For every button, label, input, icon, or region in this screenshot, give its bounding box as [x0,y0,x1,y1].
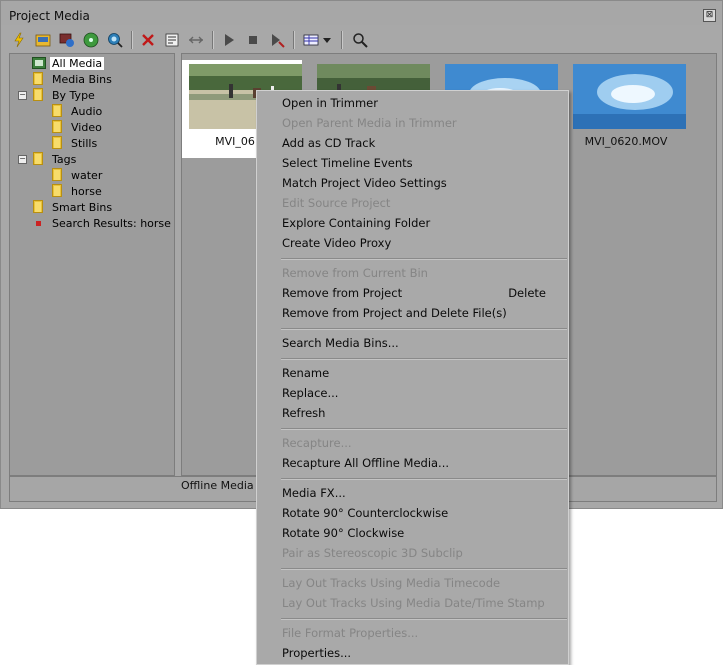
toolbar-separator [341,31,343,49]
find-icon[interactable] [350,30,369,49]
tree-item-horse[interactable]: horse [51,183,104,199]
menu-item[interactable]: Open in Trimmer [282,93,562,113]
close-button[interactable]: ⊠ [703,9,716,22]
tree-label: Media Bins [52,72,112,86]
play-icon[interactable] [219,30,238,49]
replace-media-icon[interactable] [186,30,205,49]
stop-icon[interactable] [243,30,262,49]
menu-separator [281,568,567,570]
menu-item[interactable]: Replace... [282,383,562,403]
menu-item[interactable]: Match Project Video Settings [282,173,562,193]
views-dropdown-icon[interactable] [321,30,333,49]
tree-item-media-bins[interactable]: Media Bins [32,71,114,87]
tree-item-all-media[interactable]: All Media [32,55,105,71]
tree-item-stills[interactable]: Stills [51,135,99,151]
menu-item[interactable]: Select Timeline Events [282,153,562,173]
folder-icon [32,200,45,214]
folder-icon [51,184,64,198]
remove-media-icon[interactable] [138,30,157,49]
tree-label: Tags [52,152,77,166]
menu-item[interactable]: Open Parent Media in Trimmer [282,113,562,133]
menu-item[interactable]: Rename [282,363,562,383]
folder-icon [51,168,64,182]
rip-cd-icon[interactable] [81,30,100,49]
all-media-icon [32,57,46,69]
menu-item[interactable]: Media FX... [282,483,562,503]
menu-item[interactable]: File Format Properties... [282,623,562,643]
menu-item-label: Remove from Project [282,286,403,300]
media-tile[interactable]: MVI_0620.MOV [566,60,686,158]
folder-icon [51,120,64,134]
menu-item[interactable]: Create Video Proxy [282,233,562,253]
menu-item[interactable]: Rotate 90° Clockwise [282,523,562,543]
tree-label: All Media [50,56,105,70]
menu-separator [281,478,567,480]
menu-item[interactable]: Remove from Current Bin [282,263,562,283]
collapse-by-type-icon[interactable]: − [18,91,27,100]
capture-video-icon[interactable] [33,30,52,49]
menu-item[interactable]: Recapture... [282,433,562,453]
tree-label: Video [71,120,102,134]
get-media-from-web-icon[interactable] [57,30,76,49]
menu-item[interactable]: Lay Out Tracks Using Media Timecode [282,573,562,593]
menu-shortcut: Delete [508,286,546,300]
tree-label: Stills [71,136,98,150]
menu-separator [281,328,567,330]
auto-preview-icon[interactable] [267,30,286,49]
folder-icon [32,72,45,86]
views-icon[interactable] [301,30,320,49]
context-menu: Open in Trimmer Open Parent Media in Tri… [256,90,569,665]
toolbar-separator [131,31,133,49]
tree-label: water [71,168,103,182]
toolbar-separator [212,31,214,49]
tree-item-smart-bins[interactable]: Smart Bins [32,199,114,215]
toolbar-separator [293,31,295,49]
menu-item[interactable]: Recapture All Offline Media... [282,453,562,473]
tree-label: Audio [71,104,103,118]
video-thumbnail [573,64,686,129]
menu-item[interactable]: Refresh [282,403,562,423]
tree-label: Search Results: horse [52,216,171,230]
menu-item[interactable]: Add as CD Track [282,133,562,153]
bin-tree: All Media Media Bins − By Type Audio Vid… [9,53,175,476]
smart-bin-icon [36,220,41,226]
menu-item-remove-from-project[interactable]: Remove from Project Delete [282,283,562,303]
tree-item-video[interactable]: Video [51,119,104,135]
menu-separator [281,358,567,360]
window-title: Project Media [9,9,90,23]
menu-separator [281,618,567,620]
folder-icon [32,88,45,102]
tree-item-water[interactable]: water [51,167,104,183]
folder-icon [51,136,64,150]
tree-item-by-type[interactable]: By Type [32,87,97,103]
search-media-icon[interactable] [105,30,124,49]
menu-item[interactable]: Search Media Bins... [282,333,562,353]
menu-item[interactable]: Edit Source Project [282,193,562,213]
tree-item-search-results[interactable]: Search Results: horse [32,215,173,231]
title-bar: Project Media ⊠ [1,1,722,25]
import-media-icon[interactable] [9,30,28,49]
folder-icon [51,104,64,118]
menu-item[interactable]: Explore Containing Folder [282,213,562,233]
tree-label: Smart Bins [52,200,113,214]
tree-item-audio[interactable]: Audio [51,103,104,119]
menu-separator [281,258,567,260]
tree-label: By Type [52,88,95,102]
toolbar [7,28,717,52]
menu-item[interactable]: Remove from Project and Delete File(s) [282,303,562,323]
collapse-tags-icon[interactable]: − [18,155,27,164]
tree-label: horse [71,184,102,198]
menu-item[interactable]: Properties... [282,643,562,663]
media-tile-label: MVI_0620.MOV [584,135,668,148]
menu-item[interactable]: Pair as Stereoscopic 3D Subclip [282,543,562,563]
properties-icon[interactable] [162,30,181,49]
menu-item[interactable]: Lay Out Tracks Using Media Date/Time Sta… [282,593,562,613]
menu-separator [281,428,567,430]
folder-icon [32,152,45,166]
tree-item-tags[interactable]: Tags [32,151,78,167]
menu-item[interactable]: Rotate 90° Counterclockwise [282,503,562,523]
